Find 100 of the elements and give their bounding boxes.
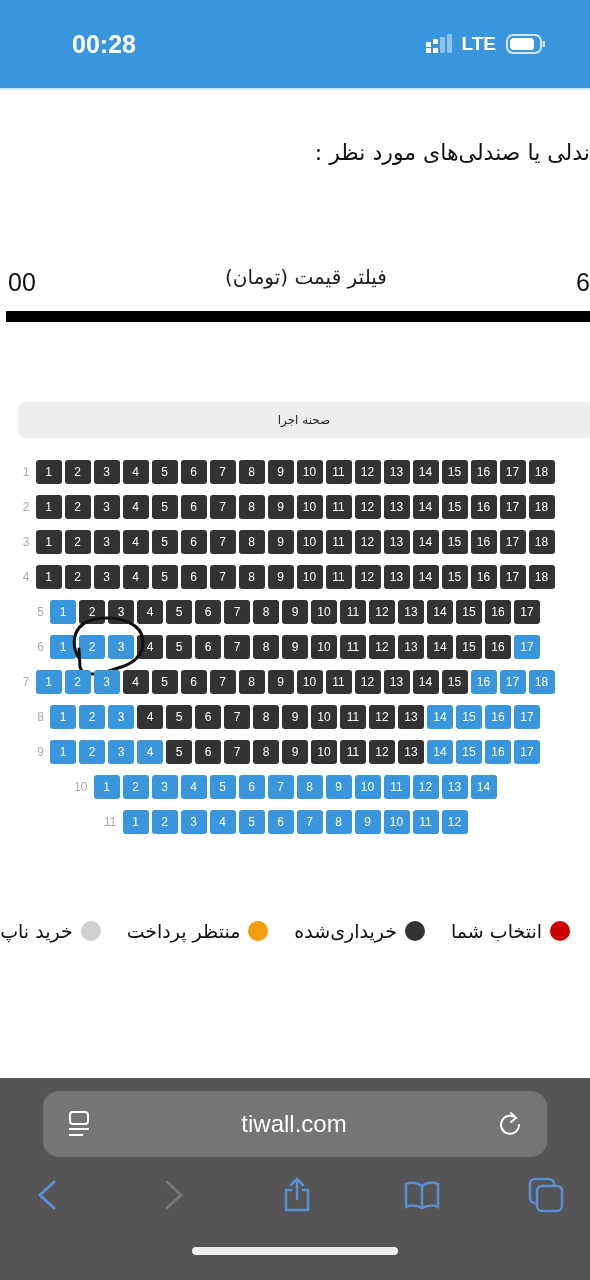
seat[interactable]: 14 (427, 600, 453, 624)
seat[interactable]: 13 (383, 670, 410, 694)
seat[interactable]: 4 (122, 530, 149, 554)
seat[interactable]: 8 (238, 565, 265, 589)
seat[interactable]: 12 (369, 740, 395, 764)
seat[interactable]: 13 (398, 740, 424, 764)
seat[interactable]: 9 (267, 565, 294, 589)
seat[interactable]: 6 (195, 600, 221, 624)
seat[interactable]: 8 (253, 740, 279, 764)
seat[interactable]: 7 (209, 565, 236, 589)
seat[interactable]: 14 (427, 635, 453, 659)
seat[interactable]: 12 (369, 635, 395, 659)
seat[interactable]: 14 (412, 565, 439, 589)
seat[interactable]: 15 (441, 565, 468, 589)
seat[interactable]: 11 (325, 495, 352, 519)
seat[interactable]: 2 (64, 460, 91, 484)
seat[interactable]: 9 (267, 670, 294, 694)
seat[interactable]: 4 (122, 495, 149, 519)
seat[interactable]: 11 (325, 460, 352, 484)
seat[interactable]: 4 (137, 600, 163, 624)
seat[interactable]: 15 (441, 530, 468, 554)
seat[interactable]: 5 (166, 600, 192, 624)
seat[interactable]: 6 (180, 565, 207, 589)
seat[interactable]: 8 (253, 600, 279, 624)
seat[interactable]: 10 (296, 530, 323, 554)
seat[interactable]: 1 (35, 495, 62, 519)
seat[interactable]: 11 (340, 600, 366, 624)
seat[interactable]: 11 (340, 740, 366, 764)
seat[interactable]: 7 (224, 635, 250, 659)
seat[interactable]: 3 (93, 565, 120, 589)
seat[interactable]: 6 (180, 670, 207, 694)
seat[interactable]: 10 (296, 565, 323, 589)
seat[interactable]: 4 (122, 565, 149, 589)
seat[interactable]: 6 (195, 705, 221, 729)
seat[interactable]: 10 (296, 495, 323, 519)
seat[interactable]: 10 (311, 740, 337, 764)
seat[interactable]: 4 (137, 705, 163, 729)
seat[interactable]: 5 (151, 460, 178, 484)
seat[interactable]: 14 (412, 530, 439, 554)
seat[interactable]: 11 (325, 530, 352, 554)
seat[interactable]: 13 (383, 565, 410, 589)
seat[interactable]: 12 (354, 460, 381, 484)
seat[interactable]: 12 (369, 600, 395, 624)
seat[interactable]: 7 (224, 705, 250, 729)
seat[interactable]: 9 (267, 495, 294, 519)
seat[interactable]: 14 (412, 460, 439, 484)
seat[interactable]: 18 (528, 460, 555, 484)
seat[interactable]: 12 (354, 530, 381, 554)
seat[interactable]: 2 (64, 530, 91, 554)
seat[interactable]: 8 (253, 635, 279, 659)
seat[interactable]: 9 (282, 740, 308, 764)
seat[interactable]: 9 (282, 635, 308, 659)
seat[interactable]: 17 (499, 530, 526, 554)
seat[interactable]: 13 (398, 635, 424, 659)
seat[interactable]: 3 (93, 530, 120, 554)
seat[interactable]: 15 (441, 495, 468, 519)
seat[interactable]: 14 (412, 670, 439, 694)
seat[interactable]: 6 (195, 740, 221, 764)
seat[interactable]: 8 (238, 495, 265, 519)
seat[interactable]: 6 (180, 530, 207, 554)
seat[interactable]: 11 (340, 705, 366, 729)
seat[interactable]: 16 (470, 495, 497, 519)
seat[interactable]: 16 (485, 600, 511, 624)
reload-icon[interactable] (497, 1110, 523, 1138)
seat[interactable]: 5 (166, 635, 192, 659)
seat[interactable]: 5 (166, 740, 192, 764)
price-slider-track[interactable] (6, 311, 590, 322)
seat[interactable]: 6 (180, 460, 207, 484)
tabs-icon[interactable] (528, 1177, 564, 1213)
seat[interactable]: 15 (456, 600, 482, 624)
seat[interactable]: 18 (528, 530, 555, 554)
seat[interactable]: 10 (296, 670, 323, 694)
seat[interactable]: 14 (412, 495, 439, 519)
seat[interactable]: 7 (224, 740, 250, 764)
seat[interactable]: 17 (514, 600, 540, 624)
seat[interactable]: 7 (224, 600, 250, 624)
seat[interactable]: 13 (383, 495, 410, 519)
seat[interactable]: 1 (35, 460, 62, 484)
seat[interactable]: 7 (209, 460, 236, 484)
seat[interactable]: 8 (238, 530, 265, 554)
seat[interactable]: 16 (485, 635, 511, 659)
seat[interactable]: 12 (354, 565, 381, 589)
seat[interactable]: 2 (64, 565, 91, 589)
seat[interactable]: 3 (93, 460, 120, 484)
seat[interactable]: 16 (470, 460, 497, 484)
seat[interactable]: 5 (151, 670, 178, 694)
seat[interactable]: 13 (398, 600, 424, 624)
seat[interactable]: 12 (369, 705, 395, 729)
seat[interactable]: 11 (325, 670, 352, 694)
seat[interactable]: 7 (209, 530, 236, 554)
seat[interactable]: 16 (470, 530, 497, 554)
seat[interactable]: 5 (151, 565, 178, 589)
seat[interactable]: 17 (499, 565, 526, 589)
seat[interactable]: 13 (383, 530, 410, 554)
seat[interactable]: 6 (180, 495, 207, 519)
seat[interactable]: 10 (296, 460, 323, 484)
address-bar[interactable]: tiwall.com (43, 1091, 547, 1157)
seat[interactable]: 6 (195, 635, 221, 659)
seat[interactable]: 17 (499, 495, 526, 519)
seat[interactable]: 18 (528, 565, 555, 589)
